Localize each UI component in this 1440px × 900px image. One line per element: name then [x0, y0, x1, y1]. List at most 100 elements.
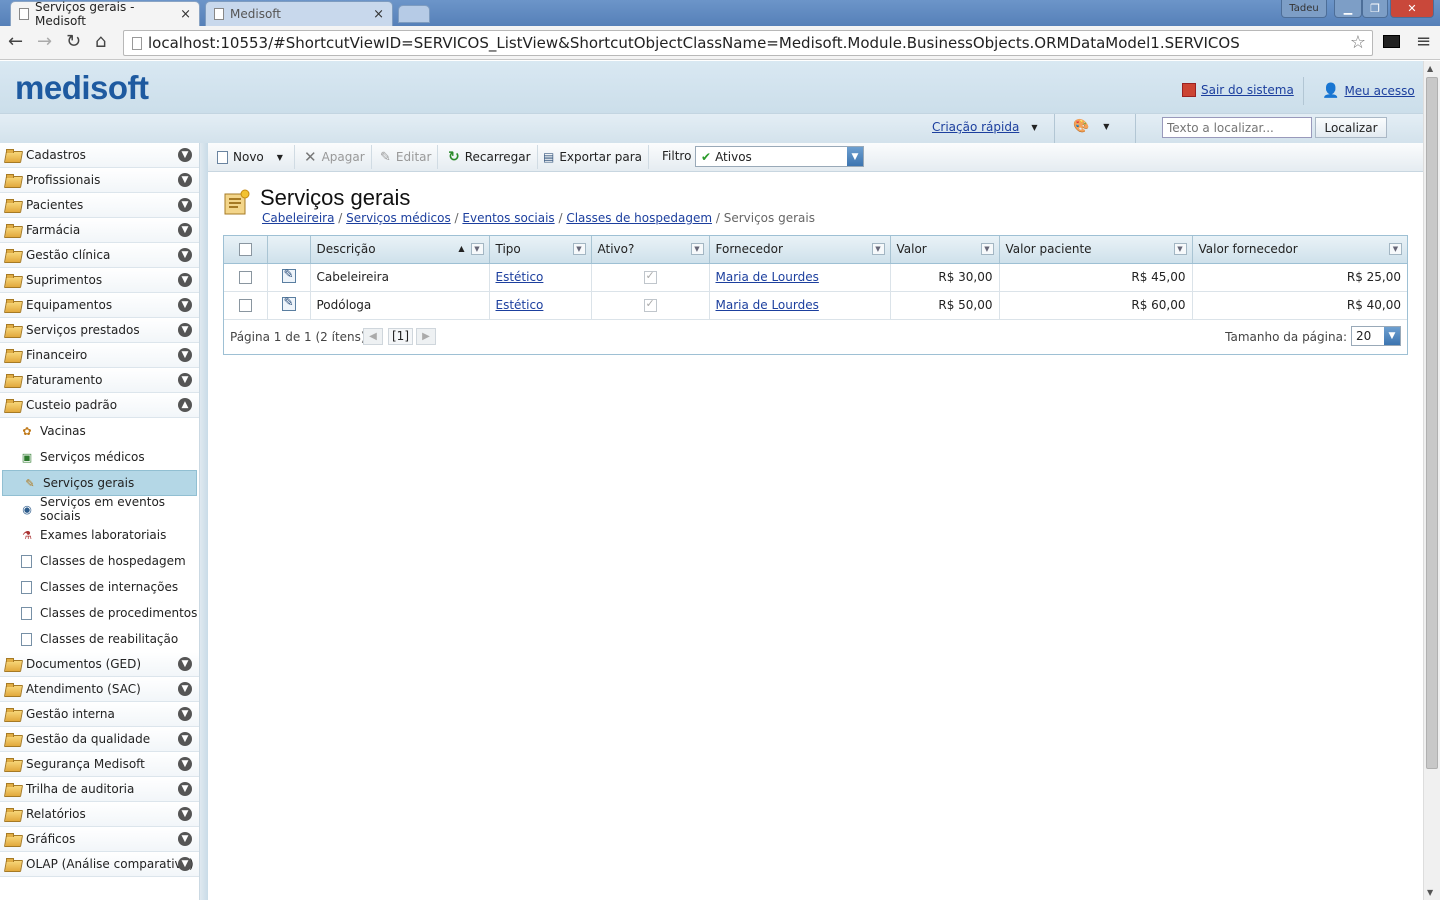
expand-icon[interactable]: ▼ — [178, 348, 192, 362]
edit-row-icon[interactable] — [281, 267, 296, 283]
nav-group[interactable]: Financeiro ▼ — [0, 343, 199, 368]
close-window-button[interactable]: ✕ — [1390, 0, 1434, 18]
my-access-link[interactable]: 👤 Meu acesso — [1322, 83, 1415, 99]
row-edit-cell[interactable] — [267, 291, 311, 320]
expand-icon[interactable]: ▼ — [178, 373, 192, 387]
breadcrumb-link[interactable]: Eventos sociais — [462, 211, 554, 225]
expand-icon[interactable]: ▼ — [178, 832, 192, 846]
row-checkbox[interactable] — [238, 271, 252, 284]
next-page-button[interactable]: ▶ — [416, 327, 436, 345]
expand-icon[interactable]: ▼ — [178, 173, 192, 187]
home-icon[interactable]: ⌂ — [95, 32, 106, 52]
scroll-down-icon[interactable]: ▼ — [1427, 888, 1433, 897]
nav-group[interactable]: Gestão da qualidade ▼ — [0, 727, 199, 752]
expand-icon[interactable]: ▼ — [178, 223, 192, 237]
select-all-header[interactable] — [224, 236, 268, 264]
expand-icon[interactable]: ▼ — [178, 298, 192, 312]
nav-item-classes-reabilitacao[interactable]: Classes de reabilitação — [0, 626, 199, 652]
quick-create-label[interactable]: Criação rápida — [932, 120, 1019, 134]
column-filter-icon[interactable]: ▼ — [690, 243, 704, 255]
expand-icon[interactable]: ▼ — [178, 248, 192, 262]
expand-icon[interactable]: ▼ — [178, 148, 192, 162]
reload-icon[interactable]: ↻ — [66, 32, 81, 52]
maximize-button[interactable]: ❐ — [1362, 0, 1388, 18]
delete-button[interactable]: ✕ Apagar — [298, 145, 372, 169]
quick-create-menu[interactable]: Criação rápida ▼ — [932, 120, 1037, 134]
tipo-link[interactable]: Estético — [496, 298, 544, 312]
search-input[interactable] — [1162, 117, 1312, 138]
expand-icon[interactable]: ▼ — [178, 807, 192, 821]
column-filter-icon[interactable]: ▼ — [572, 243, 586, 255]
scroll-up-icon[interactable]: ▲ — [1427, 64, 1433, 73]
address-bar[interactable]: localhost:10553/#ShortcutViewID=SERVICOS… — [123, 30, 1373, 56]
nav-group[interactable]: Profissionais ▼ — [0, 168, 199, 193]
menu-icon[interactable]: ≡ — [1416, 32, 1431, 52]
vertical-scrollbar[interactable]: ▲ ▼ — [1423, 61, 1440, 900]
table-row[interactable]: Cabeleireira Estético Maria de Lourdes R… — [224, 263, 1407, 292]
nav-group[interactable]: Faturamento ▼ — [0, 368, 199, 393]
row-select-cell[interactable] — [224, 291, 268, 320]
tab-close-icon[interactable]: × — [180, 7, 191, 22]
new-button[interactable]: Novo ▼ — [211, 145, 295, 169]
new-tab-button[interactable] — [398, 5, 430, 23]
nav-group[interactable]: Documentos (GED) ▼ — [0, 652, 199, 677]
search-button[interactable]: Localizar — [1315, 117, 1387, 138]
nav-item-classes-hospedagem[interactable]: Classes de hospedagem — [0, 548, 199, 574]
chevron-down-icon[interactable]: ▼ — [1384, 326, 1400, 345]
fornecedor-link[interactable]: Maria de Lourdes — [716, 270, 819, 284]
nav-item-exames[interactable]: ⚗ Exames laboratoriais — [0, 522, 199, 548]
column-header-ativo[interactable]: Ativo? ▼ — [591, 236, 710, 264]
extension-icon[interactable] — [1383, 35, 1400, 48]
nav-group-expanded[interactable]: Custeio padrão ▲ — [0, 393, 199, 418]
row-checkbox[interactable] — [238, 299, 252, 312]
edit-row-icon[interactable] — [281, 295, 296, 311]
column-filter-icon[interactable]: ▼ — [871, 243, 885, 255]
browser-tab-active[interactable]: Serviços gerais - Medisoft × — [10, 0, 200, 28]
expand-icon[interactable]: ▼ — [178, 857, 192, 871]
column-filter-icon[interactable]: ▼ — [1389, 243, 1402, 255]
tab-close-icon[interactable]: × — [373, 7, 384, 22]
expand-icon[interactable]: ▼ — [178, 732, 192, 746]
nav-group[interactable]: Farmácia ▼ — [0, 218, 199, 243]
nav-group[interactable]: Segurança Medisoft ▼ — [0, 752, 199, 777]
nav-group[interactable]: Gráficos ▼ — [0, 827, 199, 852]
row-edit-cell[interactable] — [267, 263, 311, 292]
column-header-fornecedor[interactable]: Fornecedor ▼ — [709, 236, 891, 264]
nav-group[interactable]: Atendimento (SAC) ▼ — [0, 677, 199, 702]
nav-group[interactable]: Relatórios ▼ — [0, 802, 199, 827]
nav-item-classes-procedimentos[interactable]: Classes de procedimentos — [0, 600, 199, 626]
expand-icon[interactable]: ▼ — [178, 682, 192, 696]
back-icon[interactable]: ← — [8, 32, 23, 52]
column-header-tipo[interactable]: Tipo ▼ — [489, 236, 592, 264]
nav-group[interactable]: Cadastros ▼ — [0, 143, 199, 168]
column-header-valor-fornecedor[interactable]: Valor fornecedor ▼ — [1192, 236, 1407, 264]
breadcrumb-link[interactable]: Cabeleireira — [262, 211, 334, 225]
nav-item-servicos-eventos[interactable]: ◉ Serviços em eventos sociais — [0, 495, 199, 523]
column-filter-icon[interactable]: ▼ — [470, 243, 484, 255]
nav-group[interactable]: Suprimentos ▼ — [0, 268, 199, 293]
nav-group[interactable]: Serviços prestados ▼ — [0, 318, 199, 343]
edit-button[interactable]: ✎ Editar — [374, 145, 439, 169]
nav-item-servicos-gerais[interactable]: ✎ Serviços gerais — [2, 470, 197, 496]
column-filter-icon[interactable]: ▼ — [1173, 243, 1187, 255]
page-size-select[interactable]: 20 ▼ — [1351, 325, 1401, 346]
logout-label[interactable]: Sair do sistema — [1201, 83, 1294, 97]
expand-icon[interactable]: ▼ — [178, 273, 192, 287]
tipo-link[interactable]: Estético — [496, 270, 544, 284]
expand-icon[interactable]: ▼ — [178, 198, 192, 212]
nav-group[interactable]: Pacientes ▼ — [0, 193, 199, 218]
nav-item-servicos-medicos[interactable]: ▣ Serviços médicos — [0, 444, 199, 470]
row-select-cell[interactable] — [224, 263, 268, 292]
breadcrumb-link[interactable]: Serviços médicos — [346, 211, 451, 225]
filter-select[interactable]: ✔ Ativos ▼ — [695, 146, 864, 167]
expand-icon[interactable]: ▼ — [178, 707, 192, 721]
scrollbar-thumb[interactable] — [1426, 77, 1438, 769]
sidebar-splitter[interactable] — [200, 143, 208, 900]
expand-icon[interactable]: ▼ — [178, 323, 192, 337]
expand-icon[interactable]: ▼ — [178, 757, 192, 771]
current-page[interactable]: [1] — [388, 327, 413, 345]
nav-group[interactable]: OLAP (Análise comparativa) ▼ — [0, 852, 199, 877]
minimize-button[interactable]: ▁ — [1334, 0, 1362, 18]
theme-menu[interactable]: 🎨 ▼ — [1073, 119, 1109, 134]
column-filter-icon[interactable]: ▼ — [980, 243, 994, 255]
